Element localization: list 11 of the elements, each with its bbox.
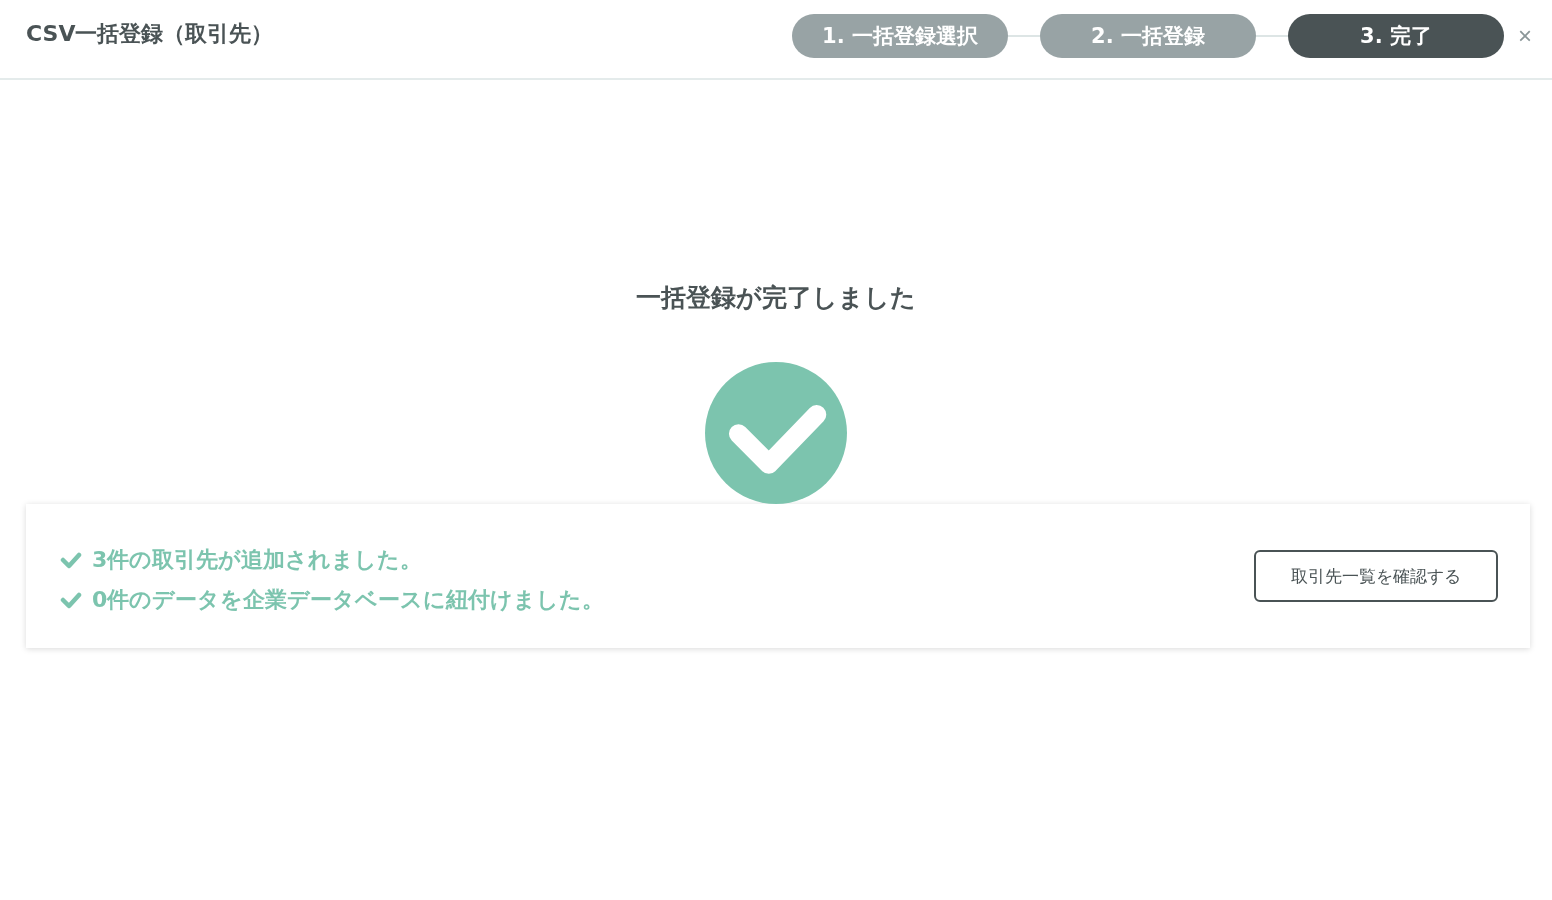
check-icon [60, 591, 82, 609]
window-title: CSV一括登録（取引先） [26, 20, 275, 48]
close-button[interactable]: × [1518, 22, 1532, 50]
result-message: 0件のデータを企業データベースに紐付けました。 [92, 586, 605, 614]
completion-heading: 一括登録が完了しました [636, 282, 916, 314]
step-tab[interactable]: 1. 一括登録選択 [792, 14, 1008, 58]
step-tab[interactable]: 2. 一括登録 [1040, 14, 1256, 58]
client-list-button[interactable]: 取引先一覧を確認する [1254, 550, 1498, 602]
step-tab[interactable]: 3. 完了 [1288, 14, 1504, 58]
result-message: 3件の取引先が追加されました。 [92, 546, 423, 574]
check-icon [60, 551, 82, 569]
